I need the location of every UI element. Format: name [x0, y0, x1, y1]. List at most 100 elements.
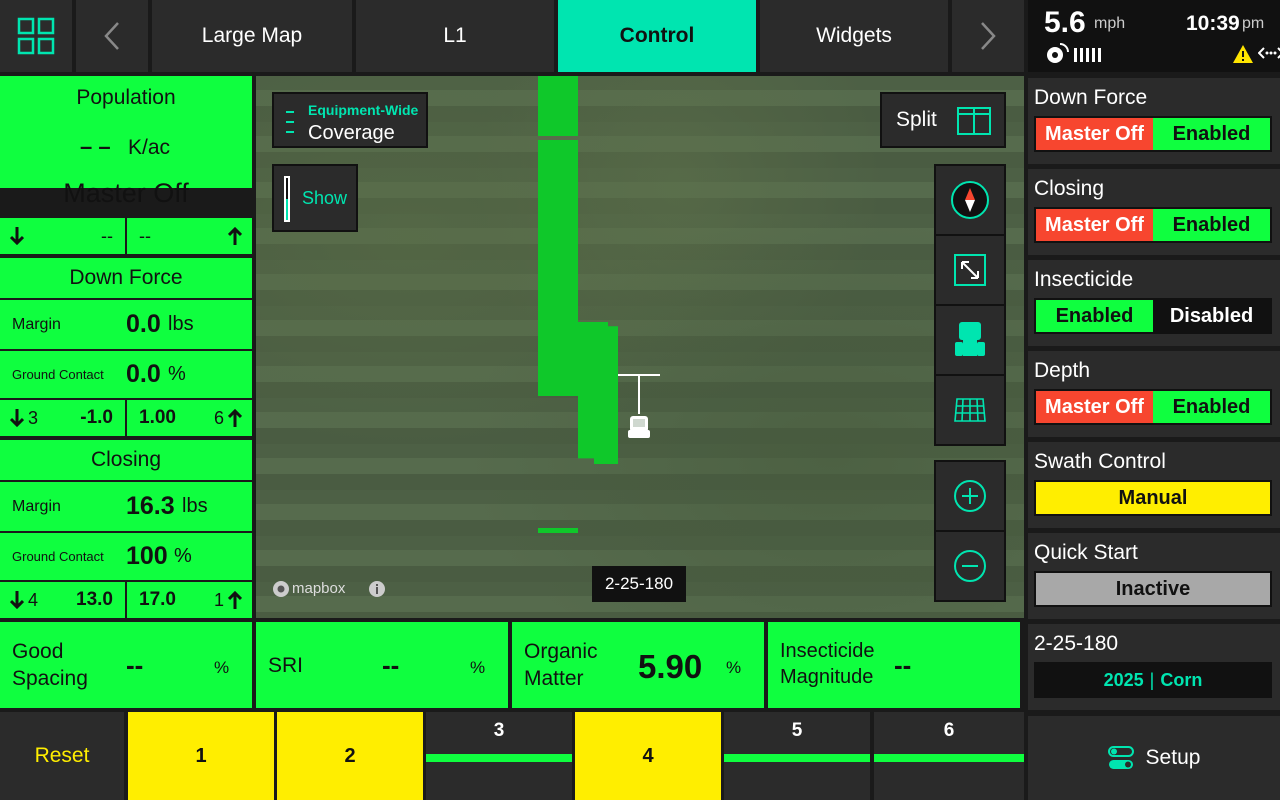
field-map[interactable]: Equipment-Wide Coverage Show Split 2-25-… [256, 76, 1024, 618]
right-quickstart-title: Quick Start [1034, 541, 1138, 564]
depth-toggle[interactable]: Master Off Enabled [1034, 389, 1272, 425]
closing-gc-unit: % [174, 545, 192, 567]
downforce-enabled-option[interactable]: Enabled [1153, 118, 1270, 150]
apps-grid-button[interactable] [0, 0, 72, 72]
downforce-margin-label: Margin [12, 315, 61, 333]
downforce-header[interactable]: Down Force [0, 258, 252, 298]
grid-map-icon [954, 398, 986, 422]
mapbox-logo-icon [273, 581, 289, 597]
coverage-strip [538, 76, 578, 136]
right-field-title: 2-25-180 [1034, 632, 1119, 655]
tab-control[interactable]: Control [558, 0, 756, 72]
split-view-button[interactable]: Split [880, 92, 1006, 148]
season-year: 2025 [1103, 669, 1144, 690]
downforce-toggle[interactable]: Master Off Enabled [1034, 116, 1272, 152]
closing-margin-row: Margin 16.3 lbs [0, 482, 252, 531]
tractor-icon [628, 416, 650, 438]
row-number: 5 [791, 720, 803, 741]
legend-show-button[interactable]: Show [272, 164, 358, 232]
reset-button[interactable]: Reset [0, 712, 124, 800]
metric-label-2: Spacing [12, 667, 88, 690]
metric-label: Good [12, 640, 64, 663]
coverage-button[interactable]: Equipment-Wide Coverage [272, 92, 428, 148]
downforce-gc-label: Ground Contact [12, 367, 104, 382]
right-downforce-panel: Down Force Master Off Enabled [1028, 78, 1280, 164]
closing-gc-label: Ground Contact [12, 549, 104, 564]
zoom-in-button[interactable] [934, 460, 1006, 532]
row-1-button[interactable]: 1 [128, 712, 274, 800]
clock-time: 10:39 [1186, 12, 1240, 35]
row-6-button[interactable]: 6 [874, 712, 1024, 800]
row-4-button[interactable]: 4 [575, 712, 721, 800]
population-right-cell: -- [127, 218, 252, 254]
downforce-margin-row: Margin 0.0 lbs [0, 300, 252, 349]
metric-value: -- [382, 650, 400, 680]
right-depth-title: Depth [1034, 359, 1091, 382]
coverage-fragment [538, 528, 578, 533]
metric-label-2: Magnitude [780, 666, 874, 688]
closing-min-row: 4 [28, 589, 39, 610]
swath-control-button[interactable]: Manual [1034, 480, 1272, 516]
downforce-title: Down Force [69, 266, 183, 289]
metric-organic-matter[interactable]: Organic Matter 5.90 % [512, 622, 764, 708]
metric-insecticide-magnitude[interactable]: Insecticide Magnitude -- [768, 622, 1020, 708]
population-left-value: -- [101, 225, 113, 246]
setup-button[interactable]: Setup [1028, 716, 1280, 800]
downforce-gc-value: 0.0 [126, 360, 161, 388]
tab-large-map[interactable]: Large Map [152, 0, 352, 72]
metric-sri[interactable]: SRI -- % [256, 622, 508, 708]
zoom-out-button[interactable] [934, 530, 1006, 602]
insecticide-toggle[interactable]: Enabled Disabled [1034, 298, 1272, 334]
downforce-master-off-option[interactable]: Master Off [1036, 118, 1153, 150]
fullscreen-button[interactable] [934, 234, 1006, 306]
warning-icon[interactable] [1232, 44, 1254, 64]
closing-enabled-option[interactable]: Enabled [1153, 209, 1270, 241]
downforce-max-row: 6 [213, 407, 224, 428]
row-status-bar [724, 754, 870, 762]
right-insecticide-panel: Insecticide Enabled Disabled [1028, 260, 1280, 346]
closing-margin-value: 16.3 [126, 492, 175, 520]
nav-prev-button[interactable] [76, 0, 148, 72]
depth-master-off-option[interactable]: Master Off [1036, 391, 1153, 423]
right-downforce-title: Down Force [1034, 86, 1148, 109]
closing-max-value: 17.0 [139, 589, 176, 610]
coverage-strip [538, 140, 578, 396]
downforce-margin-value: 0.0 [126, 310, 161, 338]
row-2-button[interactable]: 2 [277, 712, 423, 800]
right-depth-panel: Depth Master Off Enabled [1028, 351, 1280, 437]
season-separator: | [1149, 669, 1155, 690]
closing-header[interactable]: Closing [0, 440, 252, 480]
quickstart-button[interactable]: Inactive [1034, 571, 1272, 607]
clock-ampm: pm [1242, 15, 1265, 32]
closing-master-off-option[interactable]: Master Off [1036, 209, 1153, 241]
row-5-button[interactable]: 5 [724, 712, 870, 800]
population-panel[interactable]: Population – – K/ac Master Off [0, 76, 252, 208]
info-icon[interactable] [368, 580, 386, 598]
chevron-left-icon [104, 22, 119, 50]
arrow-up-icon [228, 591, 242, 609]
metric-label: Organic [524, 640, 598, 663]
follow-tractor-button[interactable] [934, 304, 1006, 376]
insecticide-enabled-option[interactable]: Enabled [1036, 300, 1153, 332]
plus-icon [954, 480, 986, 512]
closing-min-cell: 4 13.0 [0, 582, 125, 618]
downforce-max-value: 1.00 [139, 407, 176, 428]
signal-bars-icon [1074, 48, 1101, 62]
tab-widgets[interactable]: Widgets [760, 0, 948, 72]
depth-enabled-option[interactable]: Enabled [1153, 391, 1270, 423]
nav-next-button[interactable] [952, 0, 1024, 72]
coverage-strip [578, 322, 618, 464]
compass-button[interactable] [934, 164, 1006, 236]
metric-good-spacing[interactable]: Good Spacing -- % [0, 622, 252, 708]
row-3-button[interactable]: 3 [426, 712, 572, 800]
season-crop-button[interactable]: 2025 | Corn [1034, 662, 1272, 698]
field-grid-button[interactable] [934, 374, 1006, 446]
speed-value: 5.6 [1044, 6, 1086, 39]
closing-toggle[interactable]: Master Off Enabled [1034, 207, 1272, 243]
insecticide-disabled-option[interactable]: Disabled [1153, 300, 1270, 332]
closing-min-value: 13.0 [76, 589, 113, 610]
row-number: 3 [493, 720, 505, 741]
tab-l1[interactable]: L1 [356, 0, 554, 72]
speed-unit: mph [1094, 15, 1126, 32]
downforce-min-cell: 3 -1.0 [0, 400, 125, 436]
